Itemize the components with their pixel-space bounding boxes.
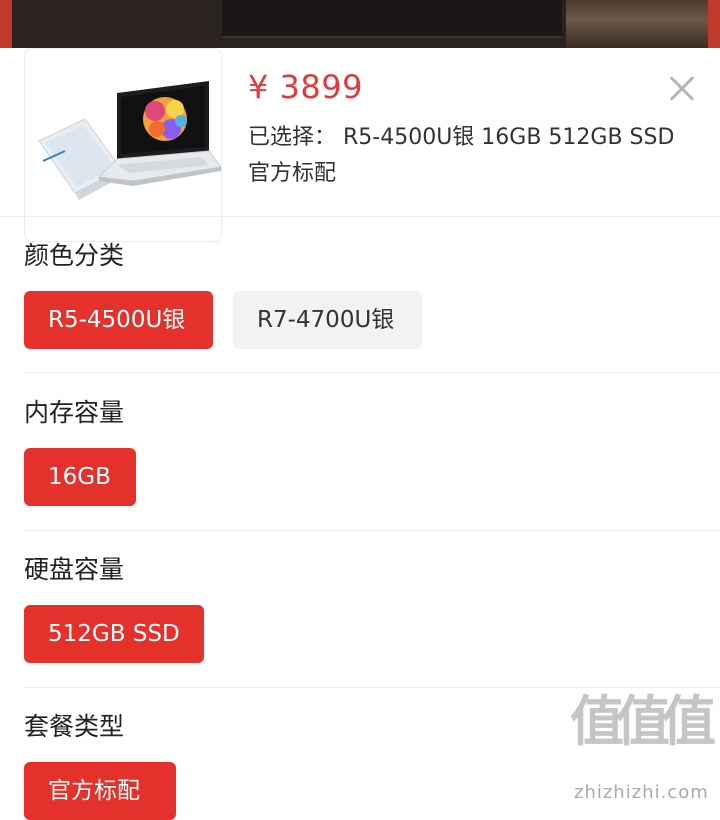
close-icon[interactable] [664, 70, 700, 106]
backdrop-right-strip [708, 0, 720, 48]
section-divider [24, 372, 720, 373]
section-title-memory: 内存容量 [24, 398, 125, 427]
option-memory-16gb[interactable]: 16GB [24, 448, 136, 506]
product-thumbnail[interactable] [24, 48, 222, 242]
backdrop-books-image [566, 0, 708, 48]
selected-spec-summary: 已选择： R5-4500U银 16GB 512GB SSD 官方标配 [248, 125, 675, 186]
section-title-color: 颜色分类 [24, 241, 125, 270]
section-divider [24, 530, 720, 531]
section-divider [24, 687, 720, 688]
backdrop-center-bar [222, 0, 562, 38]
sku-selection-sheet: ¥ 3899 已选择： R5-4500U银 16GB 512GB SSD 官方标… [0, 48, 720, 820]
header-divider [0, 216, 720, 217]
laptop-image [38, 81, 221, 200]
backdrop-left-strip [0, 0, 12, 48]
option-storage-512gb[interactable]: 512GB SSD [24, 605, 204, 663]
section-title-package: 套餐类型 [24, 712, 125, 741]
product-page-backdrop [0, 0, 720, 48]
option-package-standard[interactable]: 官方标配 [24, 762, 176, 820]
section-title-storage: 硬盘容量 [24, 555, 125, 584]
option-color-r5[interactable]: R5-4500U银 [24, 291, 213, 349]
product-price: ¥ 3899 [248, 68, 363, 106]
option-color-r7[interactable]: R7-4700U银 [233, 291, 422, 349]
